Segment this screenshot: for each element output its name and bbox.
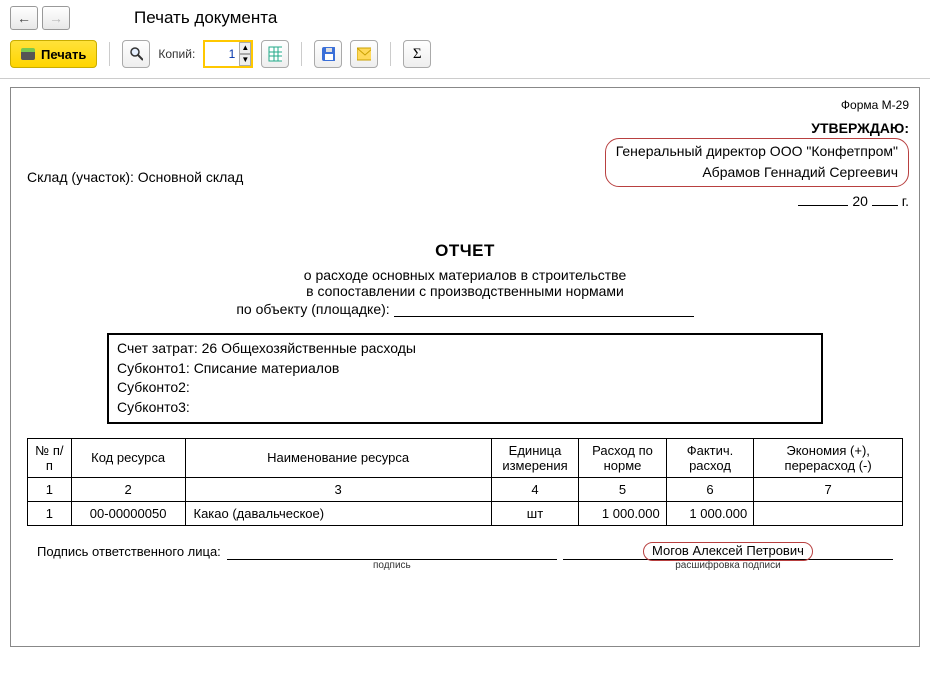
report-subtitle-1: о расходе основных материалов в строител… [17,267,913,283]
cost-line-1: Счет затрат: 26 Общехозяйственные расход… [117,339,813,359]
signature-name-line: Могов Алексей Петрович расшифровка подпи… [563,544,893,560]
cn-6: 6 [666,477,754,501]
spreadsheet-button[interactable] [261,40,289,68]
signature-row: Подпись ответственного лица: подпись Мог… [37,544,893,560]
warehouse-value: Основной склад [138,169,243,185]
report-subtitle-3: по объекту (площадке): [236,301,389,317]
email-button[interactable] [350,40,378,68]
print-button[interactable]: Печать [10,40,97,68]
copies-value: 1 [205,47,239,61]
approve-block: УТВЕРЖДАЮ: Генеральный директор ООО "Кон… [17,118,913,211]
cn-3: 3 [185,477,491,501]
cn-2: 2 [71,477,185,501]
print-button-label: Печать [41,47,86,62]
approver-highlight: Генеральный директор ООО "Конфетпром" Аб… [605,138,909,187]
separator [109,42,110,66]
report-subtitle-2: в сопоставлении с производственными норм… [17,283,913,299]
report-header: ОТЧЕТ о расходе основных материалов в ст… [17,241,913,317]
save-icon [321,46,335,62]
copies-up-button[interactable]: ▲ [239,42,251,54]
printer-icon [21,48,35,60]
toolbar: Печать Копий: 1 ▲ ▼ Σ [0,36,930,79]
cell-unit: шт [491,501,579,525]
sigma-icon: Σ [413,46,422,63]
col-norm: Расход по норме [579,438,667,477]
signature-blank: подпись [227,544,557,560]
materials-table: № п/п Код ресурса Наименование ресурса Е… [27,438,903,526]
cn-7: 7 [754,477,903,501]
table-colnum-row: 1 2 3 4 5 6 7 [28,477,903,501]
table-header-row: № п/п Код ресурса Наименование ресурса Е… [28,438,903,477]
cost-account-box: Счет затрат: 26 Общехозяйственные расход… [107,333,823,423]
approver-name: Абрамов Геннадий Сергеевич [616,162,898,182]
year-suffix: г. [902,193,909,209]
save-button[interactable] [314,40,342,68]
col-num: № п/п [28,438,72,477]
signature-caption-2: расшифровка подписи [563,560,893,571]
cell-name: Какао (давальческое) [185,501,491,525]
cost-line-2: Субконто1: Списание материалов [117,359,813,379]
col-code: Код ресурса [71,438,185,477]
document-page: Форма М-29 УТВЕРЖДАЮ: Генеральный директ… [10,87,920,647]
envelope-icon [357,47,371,61]
cell-code: 00-00000050 [71,501,185,525]
approve-date: 20 г. [17,191,909,211]
form-code: Форма М-29 [17,98,913,112]
col-econ: Экономия (+), перерасход (-) [754,438,903,477]
separator [390,42,391,66]
report-title: ОТЧЕТ [17,241,913,261]
cell-fact: 1 000.000 [666,501,754,525]
cn-5: 5 [579,477,667,501]
approver-position: Генеральный директор ООО "Конфетпром" [616,141,898,161]
magnifier-icon [129,46,143,62]
cell-n: 1 [28,501,72,525]
forward-button[interactable]: → [42,6,70,30]
cost-line-4: Субконто3: [117,398,813,418]
col-fact: Фактич. расход [666,438,754,477]
back-button[interactable]: ← [10,6,38,30]
table-row: 1 00-00000050 Какао (давальческое) шт 1 … [28,501,903,525]
col-unit: Единица измерения [491,438,579,477]
signature-name-highlight: Могов Алексей Петрович [643,542,813,561]
warehouse-label: Склад (участок): [27,169,138,185]
cell-norm: 1 000.000 [579,501,667,525]
year-prefix: 20 [852,193,868,209]
sum-button[interactable]: Σ [403,40,431,68]
spreadsheet-icon [268,46,282,62]
col-name: Наименование ресурса [185,438,491,477]
signature-caption-1: подпись [227,560,557,571]
approve-title: УТВЕРЖДАЮ: [17,118,909,138]
copies-down-button[interactable]: ▼ [239,54,251,66]
cost-line-3: Субконто2: [117,378,813,398]
cn-4: 4 [491,477,579,501]
signature-label: Подпись ответственного лица: [37,544,221,559]
cell-econ [754,501,903,525]
object-blank-line [394,302,694,317]
copies-label: Копий: [158,47,195,61]
preview-button[interactable] [122,40,150,68]
page-title: Печать документа [134,8,277,28]
separator [301,42,302,66]
cn-1: 1 [28,477,72,501]
copies-input[interactable]: 1 ▲ ▼ [203,40,253,68]
